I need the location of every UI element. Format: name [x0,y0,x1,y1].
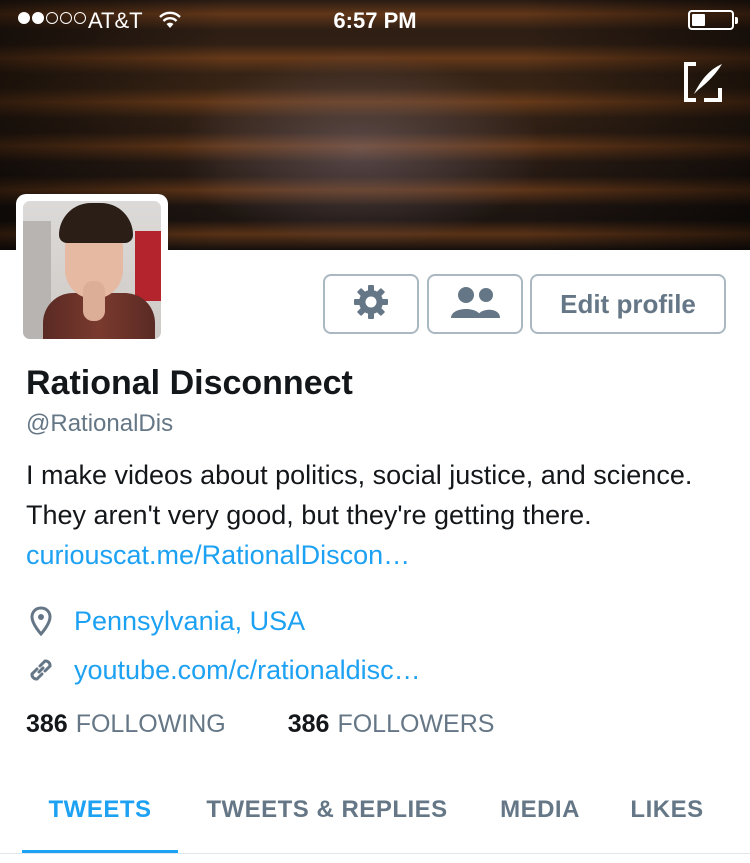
compose-icon[interactable] [682,60,726,109]
followers-label: FOLLOWERS [337,710,495,738]
tab-tweets[interactable]: TWEETS [22,770,178,850]
website-row: youtube.com/c/rationaldisc… [26,652,421,688]
link-icon [26,655,56,685]
location-row: Pennsylvania, USA [26,603,305,639]
website-link[interactable]: youtube.com/c/rationaldisc… [74,655,421,686]
following-number: 386 [26,710,68,738]
profile-bio: I make videos about politics, social jus… [26,455,736,575]
tab-tweets-replies[interactable]: TWEETS & REPLIES [192,770,462,850]
people-icon [448,284,502,325]
lists-button[interactable] [427,274,523,334]
gear-icon [351,282,391,327]
bio-text: I make videos about politics, social jus… [26,460,693,530]
profile-handle: @RationalDis [26,410,174,437]
follow-counts: 386 FOLLOWING 386 FOLLOWERS [26,710,494,739]
status-bar: AT&T 6:57 PM [0,0,750,40]
battery-icon [688,10,738,30]
avatar[interactable] [23,201,161,339]
following-count[interactable]: 386 FOLLOWING [26,710,226,739]
status-time: 6:57 PM [333,8,417,33]
followers-number: 386 [287,710,330,738]
followers-count[interactable]: 386 FOLLOWERS [288,710,495,739]
profile-name: Rational Disconnect [26,364,353,402]
profile-tabs: TWEETS TWEETS & REPLIES MEDIA LIKES [0,770,750,855]
following-label: FOLLOWING [75,710,226,738]
edit-profile-button[interactable]: Edit profile [530,274,726,334]
tabs-divider [0,853,750,854]
tab-likes[interactable]: LIKES [614,770,720,850]
location-link[interactable]: Pennsylvania, USA [74,606,305,637]
location-pin-icon [26,606,56,636]
settings-button[interactable] [323,274,419,334]
bio-link[interactable]: curiouscat.me/RationalDiscon… [26,540,410,570]
tab-media[interactable]: MEDIA [482,770,598,850]
avatar-frame [16,194,168,346]
